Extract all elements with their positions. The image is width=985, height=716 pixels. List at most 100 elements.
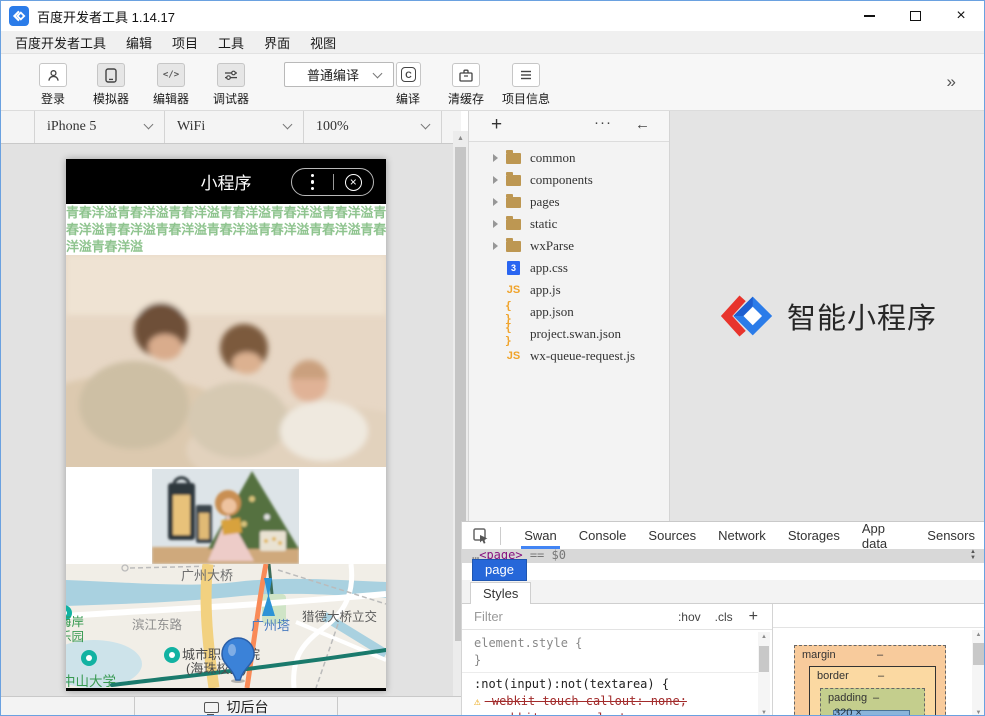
- phone-screen: 小程序 × 青春洋溢青春洋溢青春洋溢青春洋溢青春洋溢青春洋溢青春洋溢青春洋溢青春…: [66, 159, 386, 691]
- tab-network[interactable]: Network: [707, 522, 777, 549]
- file-panel-more-button[interactable]: ···: [594, 114, 612, 131]
- tab-styles[interactable]: Styles: [470, 582, 531, 606]
- devtools-panel: Swan Console Sources Network Storages Ap…: [461, 521, 985, 716]
- chevron-down-icon: [421, 120, 431, 130]
- circle-x-icon: ×: [345, 174, 362, 191]
- screen-bottom-strip: [66, 688, 386, 691]
- menu-item-view[interactable]: 视图: [300, 33, 346, 52]
- app-window: 百度开发者工具 1.14.17 × 百度开发者工具 编辑 项目 工具 界面 视图…: [0, 0, 985, 716]
- maximize-button[interactable]: [892, 1, 938, 31]
- folder-icon: [506, 175, 521, 186]
- tree-item-common[interactable]: common: [469, 147, 669, 169]
- simulator-toggle[interactable]: [97, 63, 125, 87]
- element-style-rule-open[interactable]: element.style {: [474, 635, 758, 652]
- debugger-toggle[interactable]: [217, 63, 245, 87]
- zoom-select[interactable]: 100%: [303, 111, 441, 143]
- tab-sources[interactable]: Sources: [637, 522, 707, 549]
- rule-selector[interactable]: :not(input):not(textarea) {: [474, 676, 758, 693]
- warning-icon: ⚠: [474, 693, 481, 710]
- scroll-up-icon[interactable]: ▲: [453, 131, 468, 142]
- elements-selected-row[interactable]: …<page> == $0: [462, 549, 985, 563]
- chevron-down-icon: [373, 69, 383, 79]
- element-highlight-badge: page: [472, 559, 527, 581]
- person-icon: [47, 69, 60, 82]
- folder-icon: [506, 241, 521, 252]
- tree-item-wxparse[interactable]: wxParse: [469, 235, 669, 257]
- invalid-property[interactable]: -webkit-user-select: none;: [489, 710, 677, 716]
- elements-scrollbar[interactable]: ▲▼: [968, 549, 978, 563]
- compile-button[interactable]: C: [396, 62, 421, 87]
- menu-item-interface[interactable]: 界面: [254, 33, 300, 52]
- element-style-rule-close[interactable]: }: [474, 652, 758, 669]
- project-info-button[interactable]: [512, 63, 540, 87]
- style-property-row[interactable]: -webkit-user-select: none;: [474, 710, 758, 716]
- tree-item-pages[interactable]: pages: [469, 191, 669, 213]
- editor-toggle[interactable]: </>: [157, 63, 185, 87]
- add-file-button[interactable]: +: [491, 114, 502, 136]
- switch-background-label: 切后台: [227, 697, 269, 716]
- network-select[interactable]: WiFi: [164, 111, 303, 143]
- tree-item-static[interactable]: static: [469, 213, 669, 235]
- clear-cache-label: 清缓存: [448, 90, 484, 107]
- style-property-row[interactable]: ⚠ -webkit-touch-callout: none;: [474, 693, 758, 710]
- tree-item-app-css[interactable]: 3app.css: [469, 257, 669, 279]
- tree-item-app-js[interactable]: JSapp.js: [469, 279, 669, 301]
- styles-filter-input[interactable]: [474, 609, 594, 624]
- collapse-panel-button[interactable]: ←: [635, 116, 650, 133]
- css-file-icon: 3: [507, 261, 520, 275]
- login-button[interactable]: [39, 63, 67, 87]
- tree-item-project-swan-json[interactable]: { }project.swan.json: [469, 323, 669, 345]
- clear-cache-button[interactable]: [452, 63, 480, 87]
- tab-console[interactable]: Console: [568, 522, 638, 549]
- editor-label: 编辑器: [153, 90, 189, 107]
- photo-zone: [66, 467, 386, 564]
- photo-girl-tree: [152, 469, 299, 564]
- tree-item-app-json[interactable]: { }app.json: [469, 301, 669, 323]
- toggle-class-button[interactable]: .cls: [715, 610, 733, 624]
- close-button[interactable]: ×: [938, 1, 984, 31]
- expand-caret-icon[interactable]: [493, 242, 498, 250]
- scrollbar-thumb[interactable]: [759, 646, 769, 672]
- toolbar-overflow-button[interactable]: »: [947, 72, 956, 92]
- toggle-hover-button[interactable]: :hov: [678, 610, 701, 624]
- compile-mode-select[interactable]: 普通编译: [284, 62, 394, 87]
- minimize-button[interactable]: [846, 1, 892, 31]
- device-select[interactable]: iPhone 5: [34, 111, 164, 143]
- tab-swan[interactable]: Swan: [513, 522, 568, 549]
- box-model-pane: margin – border – padding – 320 × 1255.8…: [772, 604, 985, 716]
- menu-item-project[interactable]: 项目: [162, 33, 208, 52]
- code-icon: </>: [163, 70, 179, 80]
- tree-item-components[interactable]: components: [469, 169, 669, 191]
- tab-app-data[interactable]: App data: [851, 522, 916, 549]
- tree-item-wx-queue-request[interactable]: JSwx-queue-request.js: [469, 345, 669, 367]
- switch-background-button[interactable]: 切后台: [134, 697, 338, 716]
- file-panel-header: + ··· ←: [469, 111, 669, 142]
- inspect-element-button[interactable]: [472, 526, 490, 546]
- menu-item-edit[interactable]: 编辑: [116, 33, 162, 52]
- expand-caret-icon[interactable]: [493, 198, 498, 206]
- window-title: 百度开发者工具 1.14.17: [37, 7, 175, 26]
- map-view[interactable]: 广州大桥 滨江东路 广州塔 猎德大桥立交 城市职业学院 (海珠校区) 中山大学 …: [66, 564, 386, 688]
- chevron-down-icon: [283, 120, 293, 130]
- tab-sensors[interactable]: Sensors: [916, 522, 985, 549]
- menu-item-tools[interactable]: 工具: [208, 33, 254, 52]
- tab-storages[interactable]: Storages: [777, 522, 851, 549]
- close-app-button[interactable]: ×: [333, 174, 373, 191]
- box-model-scrollbar[interactable]: ▲ ▼: [972, 630, 985, 716]
- more-menu-button[interactable]: [292, 174, 333, 190]
- menu-item-main[interactable]: 百度开发者工具: [5, 33, 116, 52]
- compile-icon: C: [401, 67, 416, 82]
- inspect-icon: [473, 528, 489, 544]
- map-label-tower: 广州塔: [251, 615, 290, 634]
- expand-caret-icon[interactable]: [493, 176, 498, 184]
- brand-text: 智能小程序: [787, 295, 937, 337]
- styles-scrollbar[interactable]: ▲ ▼: [758, 632, 770, 716]
- invalid-property[interactable]: -webkit-touch-callout: none;: [485, 693, 687, 710]
- new-style-rule-button[interactable]: +: [749, 608, 758, 626]
- scrollbar-thumb[interactable]: [973, 643, 984, 665]
- minimize-icon: [864, 15, 875, 17]
- expand-caret-icon[interactable]: [493, 220, 498, 228]
- expand-caret-icon[interactable]: [493, 154, 498, 162]
- folder-icon: [506, 219, 521, 230]
- file-panel: + ··· ← common components pages static w…: [468, 111, 669, 521]
